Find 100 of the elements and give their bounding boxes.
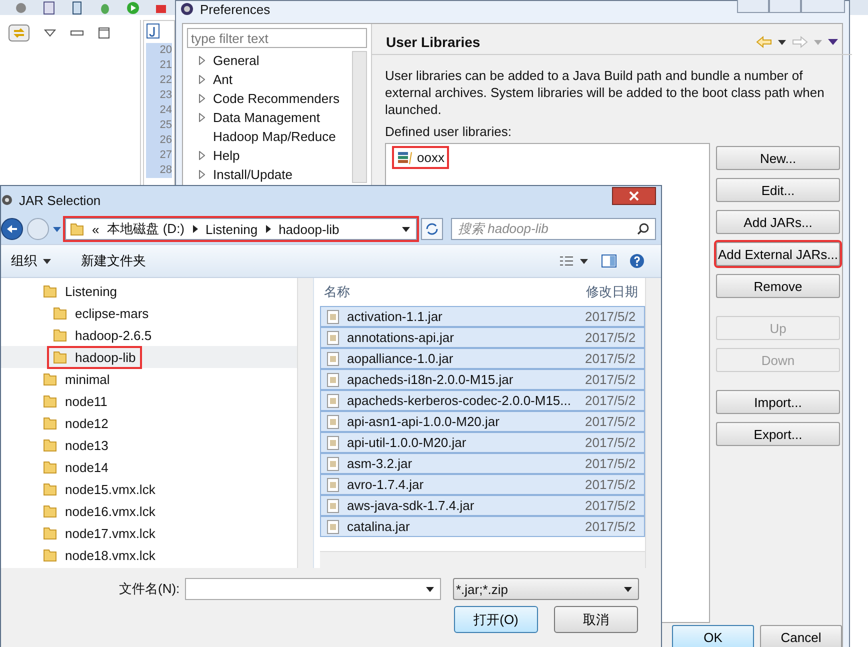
folder-item[interactable]: node16.vmx.lck (39, 502, 160, 520)
command-button[interactable]: 新建文件夹 (77, 250, 150, 272)
window-title: Preferences (200, 2, 270, 16)
file-name: apacheds-i18n-2.0.0-M15.jar (347, 372, 514, 387)
file-type-dropdown[interactable]: *.jar;*.zip (453, 578, 639, 600)
action-button[interactable]: Remove (716, 274, 840, 298)
tree-item[interactable]: Hadoop Map/Reduce (213, 129, 336, 144)
cancel-button[interactable]: 取消 (554, 606, 638, 633)
file-row[interactable]: activation-1.1.jar 2017/5/2 (320, 306, 645, 327)
dropdown-caret-icon (53, 226, 61, 232)
file-name: aopalliance-1.0.jar (347, 351, 454, 366)
breadcrumb[interactable]: 本地磁盘 (D:) (107, 220, 185, 238)
file-row[interactable]: apacheds-kerberos-codec-2.0.0-M15... 2017/5/2 (320, 390, 645, 411)
file-row[interactable]: api-asn1-api-1.0.0-M20.jar 2017/5/2 (320, 411, 645, 432)
minimize-button[interactable] (737, 0, 769, 13)
filter-field[interactable]: type filter text (187, 28, 367, 48)
command-button[interactable]: 组织 (7, 250, 55, 272)
list-label: Defined user libraries: (385, 124, 512, 139)
minimize-icon (70, 29, 84, 37)
search-field[interactable]: 搜索 hadoop-lib (451, 218, 656, 240)
file-date: 2017/5/2 (585, 477, 636, 492)
file-icon (327, 352, 339, 366)
folder-icon (43, 372, 57, 386)
close-icon (629, 191, 639, 201)
column-header[interactable]: 名称 (320, 283, 586, 301)
file-icon (327, 394, 339, 408)
back-button[interactable] (1, 218, 23, 240)
action-button[interactable]: Import... (716, 390, 840, 414)
open-button[interactable]: 打开(O) (454, 606, 538, 633)
file-icon (327, 436, 339, 450)
tree-item[interactable]: Ant (213, 72, 233, 87)
tree-item[interactable]: Help (213, 148, 240, 163)
address-bar[interactable]: « 本地磁盘 (D:) Listening hadoop-lib (65, 218, 417, 240)
folder-icon (70, 222, 84, 236)
folder-icon (53, 306, 67, 320)
maximize-button[interactable] (769, 0, 801, 13)
file-name: activation-1.1.jar (347, 309, 444, 324)
file-date: 2017/5/2 (585, 456, 636, 471)
action-button[interactable]: New... (716, 146, 840, 170)
file-row[interactable]: annotations-api.jar 2017/5/2 (320, 327, 645, 348)
scrollbar[interactable] (352, 51, 367, 183)
line-number: 22 (158, 73, 172, 88)
folder-item[interactable]: node18.vmx.lck (39, 546, 160, 564)
file-row[interactable]: catalina.jar 2017/5/2 (320, 516, 645, 537)
tree-item[interactable]: Code Recommenders (213, 91, 340, 106)
file-row[interactable]: apacheds-i18n-2.0.0-M15.jar 2017/5/2 (320, 369, 645, 390)
field-label: 文件名(N): (119, 580, 177, 598)
refresh-button[interactable] (421, 218, 443, 240)
library-item[interactable]: ooxx (394, 148, 448, 167)
file-date: 2017/5/2 (585, 414, 636, 429)
folder-icon (43, 416, 57, 430)
folder-item[interactable]: eclipse-mars (49, 304, 153, 322)
scrollbar[interactable] (320, 551, 645, 568)
line-number: 28 (158, 163, 172, 178)
line-number: 23 (158, 88, 172, 103)
file-row[interactable]: avro-1.7.4.jar 2017/5/2 (320, 474, 645, 495)
folder-item[interactable]: node11 (39, 392, 112, 410)
scrollbar[interactable] (297, 278, 313, 568)
tree-item[interactable]: Data Management (213, 110, 320, 125)
cancel-button[interactable]: Cancel (760, 625, 842, 647)
folder-item[interactable]: node13 (39, 436, 112, 454)
breadcrumb[interactable]: hadoop-lib (278, 222, 340, 236)
file-name-field[interactable] (185, 578, 441, 600)
folder-item[interactable]: node14 (39, 458, 112, 476)
ok-button[interactable]: OK (672, 625, 754, 647)
file-row[interactable]: aopalliance-1.0.jar 2017/5/2 (320, 348, 645, 369)
file-row[interactable]: api-util-1.0.0-M20.jar 2017/5/2 (320, 432, 645, 453)
folder-item[interactable]: Listening (39, 282, 122, 300)
close-button[interactable] (612, 187, 656, 205)
preview-pane-icon (601, 254, 617, 268)
file-date: 2017/5/2 (585, 519, 636, 534)
file-name: catalina.jar (347, 519, 411, 534)
file-name: api-util-1.0.0-M20.jar (347, 435, 468, 450)
column-header[interactable]: 修改日期 (586, 283, 638, 301)
folder-item[interactable]: node17.vmx.lck (39, 524, 160, 542)
breadcrumb[interactable]: Listening (206, 222, 258, 236)
folder-item[interactable]: node15.vmx.lck (39, 480, 160, 498)
action-button[interactable]: Export... (716, 422, 840, 446)
refresh-icon (425, 223, 439, 235)
scrollbar[interactable] (645, 278, 661, 568)
folder-icon (43, 284, 57, 298)
link-editor-icon (8, 24, 30, 42)
tree-item[interactable]: Install/Update (213, 167, 292, 182)
file-row[interactable]: asm-3.2.jar 2017/5/2 (320, 453, 645, 474)
description-text: User libraries can be added to a Java Build path and bundle a number of external archives. System libraries will be added to the boot class path when launched. (385, 67, 826, 118)
folder-item[interactable]: node12 (39, 414, 112, 432)
action-button[interactable]: Edit... (716, 178, 840, 202)
folder-icon (43, 526, 57, 540)
action-button[interactable]: Add External JARs... (716, 242, 840, 266)
folder-item[interactable]: hadoop-2.6.5 (49, 326, 156, 344)
expand-arrow-icon (199, 113, 205, 122)
overflow-chevron[interactable]: « (92, 222, 100, 236)
placeholder-text: 搜索 hadoop-lib (458, 220, 548, 238)
expand-arrow-icon (199, 56, 205, 65)
folder-item[interactable]: minimal (39, 370, 114, 388)
file-date: 2017/5/2 (585, 330, 636, 345)
tree-item[interactable]: General (213, 53, 260, 68)
file-row[interactable]: aws-java-sdk-1.7.4.jar 2017/5/2 (320, 495, 645, 516)
action-button[interactable]: Add JARs... (716, 210, 840, 234)
library-icon (397, 150, 413, 164)
